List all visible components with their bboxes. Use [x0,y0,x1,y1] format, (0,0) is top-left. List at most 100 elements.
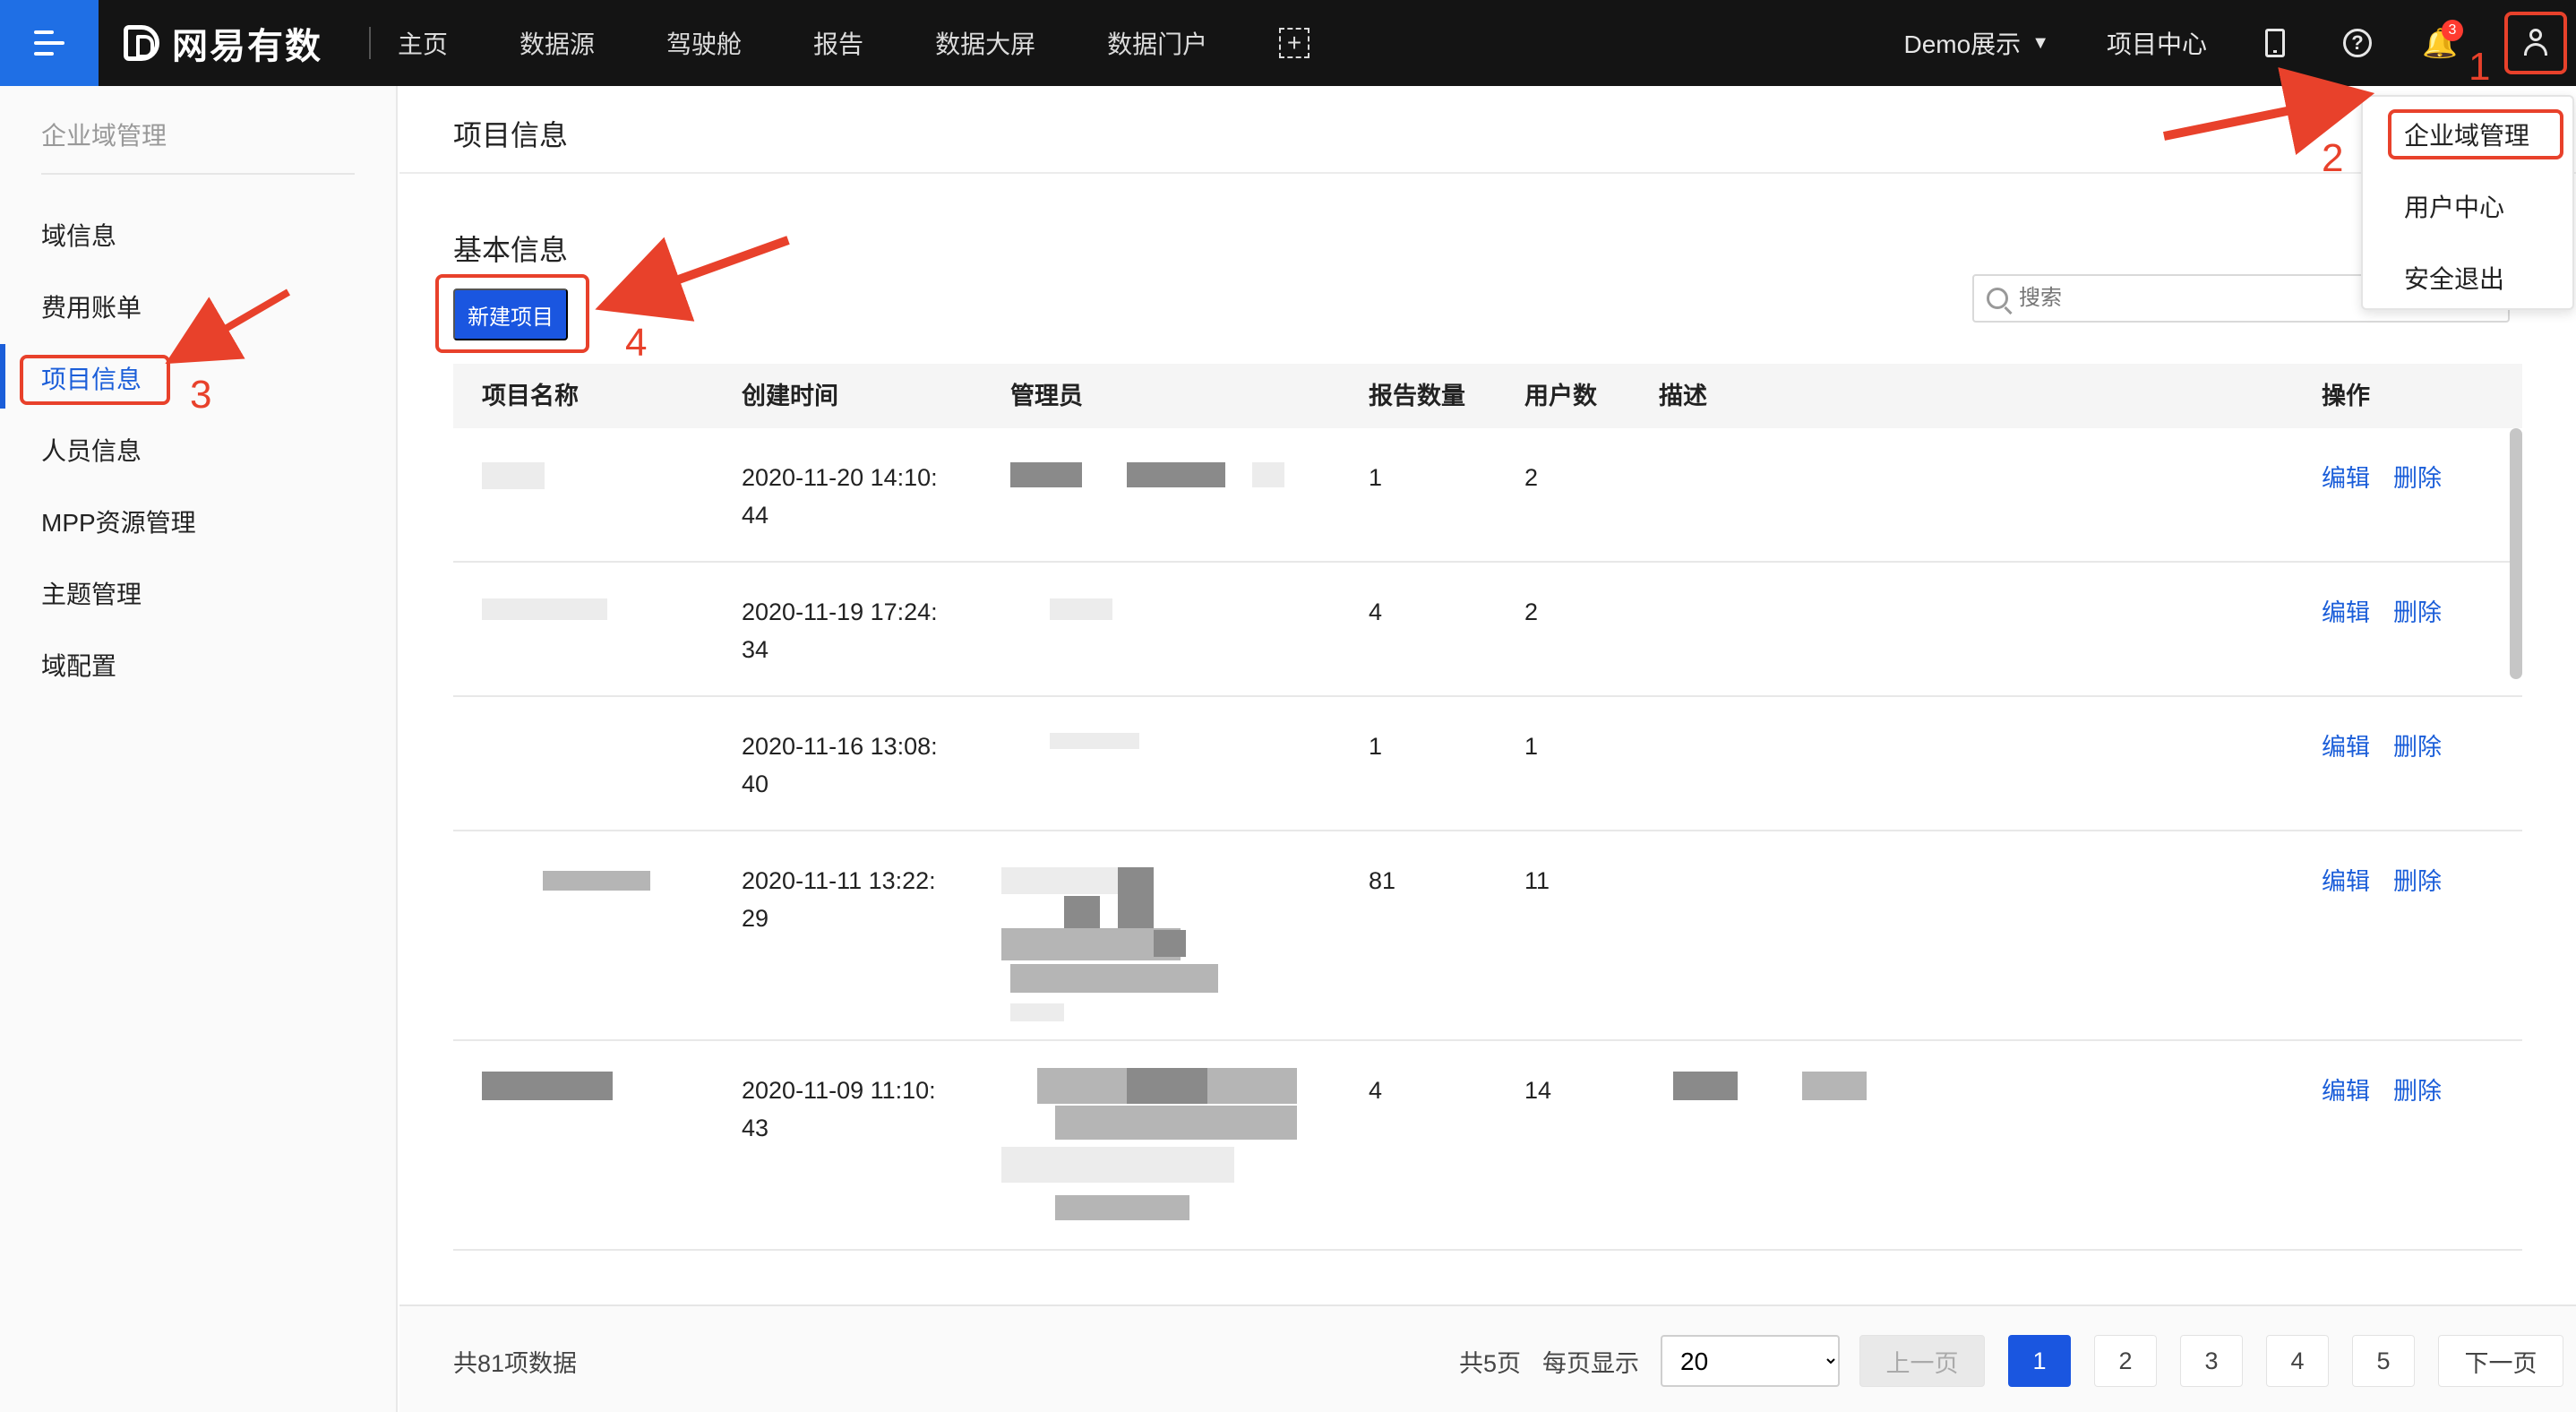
sidebar-item-project-info[interactable]: 项目信息 [41,362,142,398]
sidebar-item-billing[interactable]: 费用账单 [41,290,142,326]
redacted-admin [1010,1003,1064,1021]
edit-link[interactable]: 编辑 [2322,1072,2370,1106]
cell-user-count: 2 [1524,598,1539,625]
pagination: 共5页 每页显示 20 上一页 1 2 3 4 5 下一页 [1459,1335,2563,1387]
section-title: 基本信息 [453,234,569,266]
cell-user-count: 1 [1524,733,1539,760]
menu-item-domain-management[interactable]: 企业域管理 [2404,116,2529,152]
page-button-3[interactable]: 3 [2180,1335,2243,1387]
new-project-button[interactable]: 新建项目 [453,288,568,340]
redacted-description [1673,1072,1738,1100]
notification-button[interactable]: 🔔 3 [2422,20,2463,61]
redacted-project-name [482,462,545,489]
col-report-count[interactable]: 报告数量 [1369,364,1465,428]
total-count: 共81项数据 [453,1350,578,1377]
cell-created-time: 2020-11-11 13:22: 29 [742,867,936,932]
redacted-admin [1050,733,1139,749]
sidebar-active-indicator [0,344,5,409]
nav-big-screen[interactable]: 数据大屏 [935,25,1035,61]
delete-link[interactable]: 删除 [2393,1072,2442,1106]
workspace-selector[interactable]: Demo展示 ▼ [1903,25,2049,61]
page-button-4[interactable]: 4 [2266,1335,2329,1387]
redacted-admin [1001,1147,1234,1183]
col-user-count[interactable]: 用户数 [1524,364,1597,428]
redacted-admin [1010,964,1218,993]
redacted-project-name [543,871,650,891]
table-row[interactable]: 2020-11-09 11:10: 43 4 14 编辑 删除 [453,1041,2522,1251]
notification-badge: 3 [2442,20,2463,41]
page-header: 项目信息 [399,86,2576,174]
cell-created-time: 2020-11-16 13:08: 40 [742,733,938,797]
user-menu-button[interactable] [2504,12,2567,74]
menu-toggle-button[interactable] [0,0,99,86]
sidebar-item-domain-config[interactable]: 域配置 [41,649,116,684]
help-button[interactable]: ? [2340,25,2375,61]
redacted-admin [1127,462,1225,487]
col-description[interactable]: 描述 [1659,364,1707,428]
redacted-admin [1154,930,1186,957]
cell-report-count: 4 [1369,598,1383,625]
sidebar-item-domain-info[interactable]: 域信息 [41,219,116,254]
main-content: 项目信息 基本信息 新建项目 项目名称 创建时间 管理员 报告数量 用户数 描述… [399,86,2576,1412]
nav-report[interactable]: 报告 [813,25,863,61]
delete-link[interactable]: 删除 [2393,459,2442,494]
cell-created-time: 2020-11-20 14:10: 44 [742,464,938,529]
delete-link[interactable]: 删除 [2393,593,2442,628]
nav-home[interactable]: 主页 [398,25,448,61]
edit-link[interactable]: 编辑 [2322,862,2370,897]
edit-link[interactable]: 编辑 [2322,459,2370,494]
table-row[interactable]: 2020-11-11 13:22: 29 81 11 编辑 删除 [453,831,2522,1041]
tablet-button[interactable] [2257,25,2293,61]
workspace-name: Demo展示 [1903,30,2022,58]
add-icon[interactable]: + [1279,28,1310,58]
redacted-admin [1252,462,1284,487]
user-icon [2522,29,2549,57]
project-center-link[interactable]: 项目中心 [2107,25,2207,61]
cell-user-count: 11 [1524,867,1550,894]
col-project-name[interactable]: 项目名称 [482,364,579,428]
table-row[interactable]: 2020-11-16 13:08: 40 1 1 编辑 删除 [453,697,2522,831]
tablet-icon [2265,29,2285,57]
table-footer: 共81项数据 共5页 每页显示 20 上一页 1 2 3 4 5 下一页 [399,1304,2576,1412]
per-page-label: 每页显示 [1542,1349,1639,1377]
brand-logo[interactable]: 网易有数 [124,17,322,69]
page-button-2[interactable]: 2 [2094,1335,2157,1387]
cell-report-count: 1 [1369,464,1383,491]
menu-item-user-center[interactable]: 用户中心 [2404,188,2504,224]
sidebar-item-member-info[interactable]: 人员信息 [41,434,142,469]
cell-user-count: 14 [1524,1077,1552,1104]
page-button-1[interactable]: 1 [2008,1335,2071,1387]
cell-created-time: 2020-11-09 11:10: 43 [742,1077,936,1141]
menu-item-logout[interactable]: 安全退出 [2404,260,2504,296]
edit-link[interactable]: 编辑 [2322,593,2370,628]
logo-icon [124,25,159,61]
col-created-time[interactable]: 创建时间 [742,364,838,428]
redacted-admin [1010,462,1082,487]
page-size-select[interactable]: 20 [1661,1335,1840,1387]
table-row[interactable]: 2020-11-20 14:10: 44 1 2 编辑 删除 [453,428,2522,563]
table-row[interactable]: 2020-11-19 17:24: 34 4 2 编辑 删除 [453,563,2522,697]
nav-cockpit[interactable]: 驾驶舱 [666,25,742,61]
cell-report-count: 81 [1369,867,1396,894]
top-divider [369,27,371,59]
cell-user-count: 2 [1524,464,1539,491]
edit-link[interactable]: 编辑 [2322,728,2370,762]
pages-total: 共5页 [1458,1349,1521,1377]
delete-link[interactable]: 删除 [2393,728,2442,762]
delete-link[interactable]: 删除 [2393,862,2442,897]
sidebar-item-theme[interactable]: 主题管理 [41,577,142,613]
sidebar-item-mpp-resources[interactable]: MPP资源管理 [41,505,196,541]
col-admin[interactable]: 管理员 [1010,364,1083,428]
page-button-5[interactable]: 5 [2352,1335,2415,1387]
prev-page-button[interactable]: 上一页 [1859,1335,1985,1387]
nav-datasource[interactable]: 数据源 [519,25,595,61]
help-icon: ? [2343,29,2372,57]
redacted-admin [1050,598,1112,620]
user-dropdown-menu: 企业域管理 用户中心 安全退出 [2361,95,2574,310]
table-header: 项目名称 创建时间 管理员 报告数量 用户数 描述 操作 [453,364,2522,428]
table-scrollbar[interactable] [2510,428,2522,679]
next-page-button[interactable]: 下一页 [2438,1335,2563,1387]
nav-data-portal[interactable]: 数据门户 [1107,25,1207,61]
sidebar: 企业域管理 域信息 费用账单 项目信息 人员信息 MPP资源管理 主题管理 域配… [0,86,398,1412]
caret-down-icon: ▼ [2031,32,2049,53]
